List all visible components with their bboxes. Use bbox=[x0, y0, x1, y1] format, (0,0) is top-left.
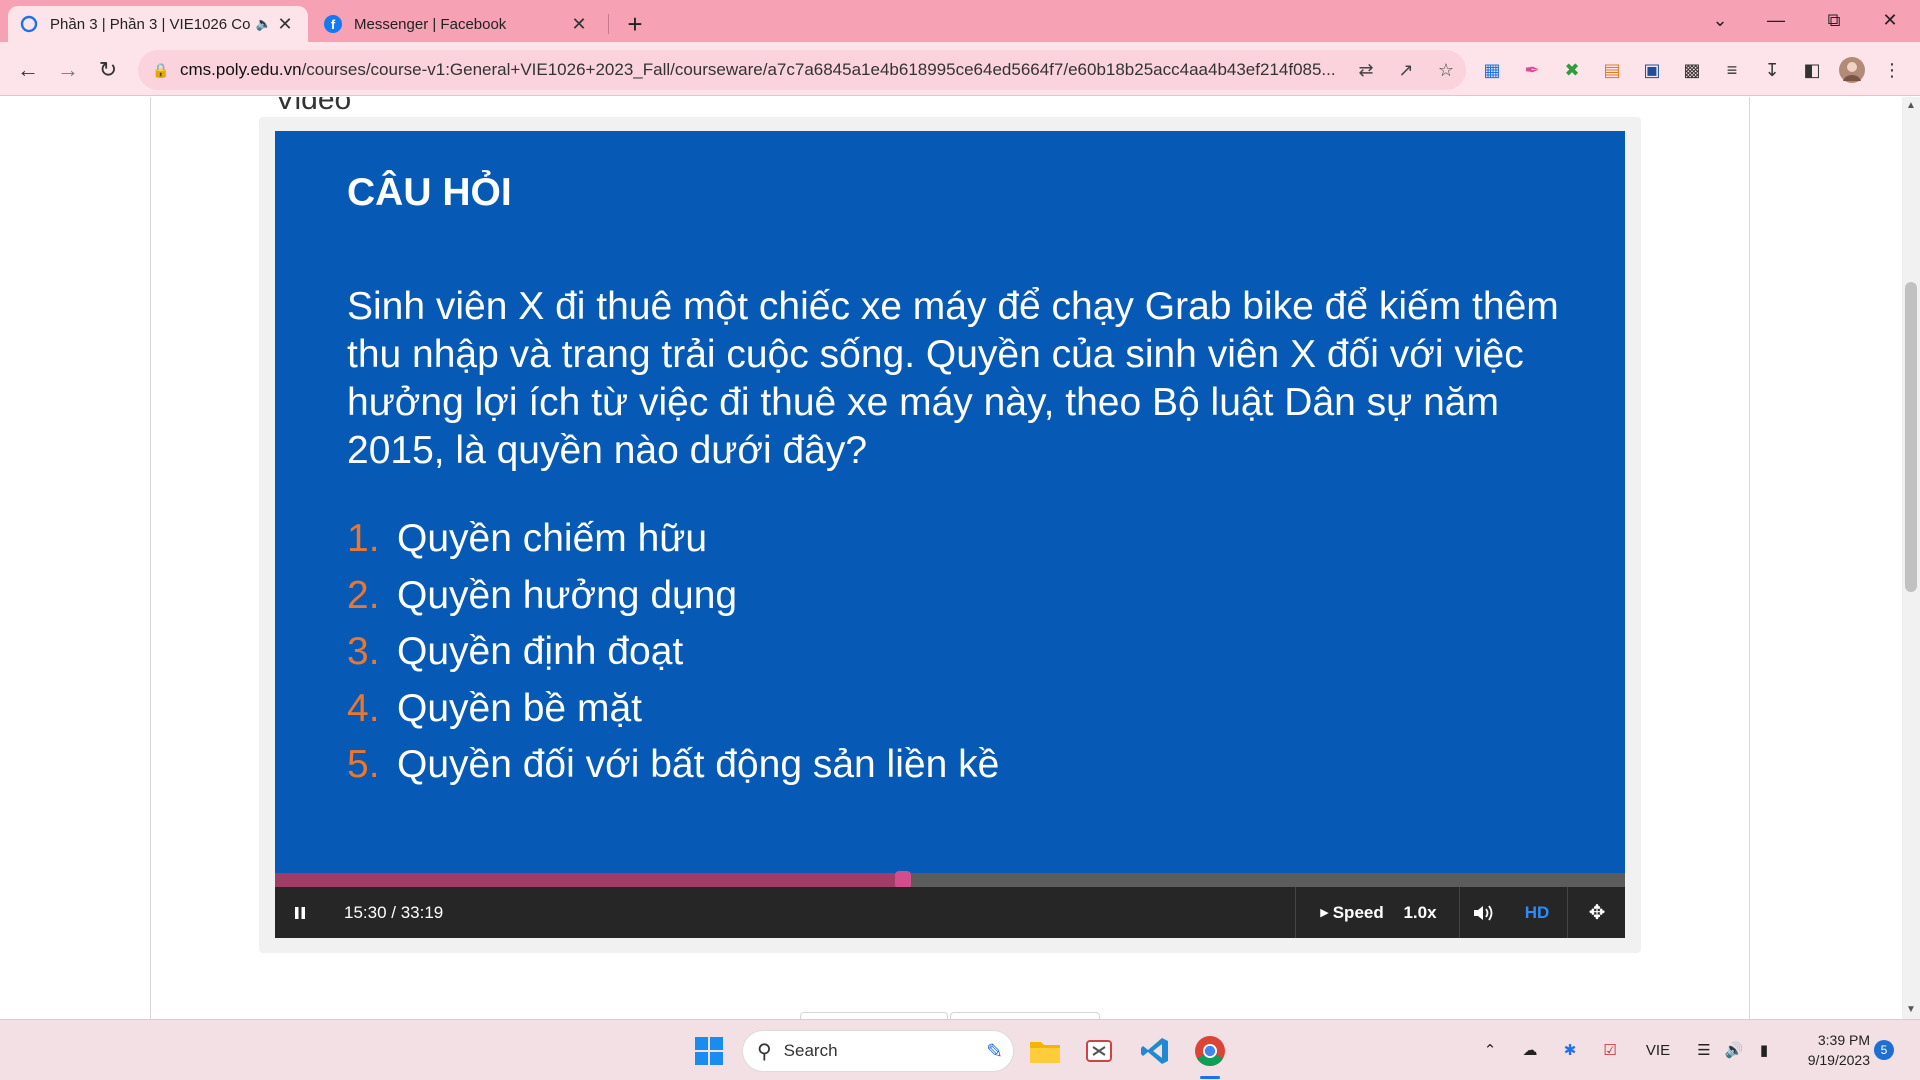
file-explorer-icon[interactable] bbox=[1026, 1032, 1064, 1070]
loading-icon bbox=[20, 15, 38, 33]
slide-question: Sinh viên X đi thuê một chiếc xe máy để … bbox=[347, 285, 1559, 472]
fullscreen-icon: ✥ bbox=[1588, 902, 1606, 924]
restore-button[interactable]: ⧉ bbox=[1806, 0, 1862, 40]
scroll-down-arrow-icon[interactable]: ▼ bbox=[1902, 1001, 1920, 1019]
scroll-thumb[interactable] bbox=[1905, 282, 1917, 592]
tab-search-icon[interactable]: ⌄ bbox=[1692, 0, 1748, 40]
notification-badge[interactable]: 5 bbox=[1874, 1040, 1894, 1060]
slide-option: 4. Quyền bề mặt bbox=[347, 686, 642, 730]
tab-divider bbox=[608, 14, 609, 34]
language-indicator[interactable]: VIE bbox=[1640, 1038, 1676, 1062]
taskbar-clock[interactable]: 3:39 PM 9/19/2023 bbox=[1780, 1030, 1870, 1070]
scroll-up-arrow-icon[interactable]: ▲ bbox=[1902, 97, 1920, 115]
windows-start-icon[interactable] bbox=[690, 1032, 728, 1070]
windows-taskbar: ⚲ Search ✎ ⌃ ☁ ✱ ☑ VIE ☰ 🔊 ▮ 3:39 PM 9/1… bbox=[0, 1019, 1920, 1080]
speed-value[interactable]: 1.0x bbox=[1395, 887, 1445, 938]
antivirus-icon[interactable]: ☑ bbox=[1596, 1038, 1624, 1062]
video-screen[interactable]: CÂU HỎI Sinh viên X đi thuê một chiếc xe… bbox=[275, 131, 1625, 873]
slide-option: 2. Quyền hưởng dụng bbox=[347, 573, 738, 617]
control-divider bbox=[1567, 887, 1568, 938]
profile-avatar[interactable] bbox=[1838, 56, 1866, 84]
speed-button[interactable]: ▶ Speed bbox=[1297, 887, 1407, 938]
media-queue-icon[interactable]: ≡ bbox=[1718, 56, 1746, 84]
control-divider bbox=[1459, 887, 1460, 938]
browser-toolbar: ← → ↻ 🔒 cms.poly.edu.vn/courses/course-v… bbox=[0, 42, 1920, 96]
onedrive-icon[interactable]: ☁ bbox=[1516, 1038, 1544, 1062]
jira-extension-icon[interactable]: ▣ bbox=[1638, 56, 1666, 84]
share-icon[interactable]: ↗ bbox=[1386, 50, 1426, 90]
download-icon[interactable]: ↧ bbox=[1758, 56, 1786, 84]
speaker-icon[interactable]: 🔈 bbox=[254, 16, 274, 32]
note-extension-icon[interactable]: ▤ bbox=[1598, 56, 1626, 84]
svg-text:f: f bbox=[331, 17, 336, 32]
progress-played bbox=[275, 873, 903, 887]
extensions-puzzle-icon[interactable]: ▩ bbox=[1678, 56, 1706, 84]
active-app-indicator bbox=[1200, 1076, 1220, 1079]
facebook-icon: f bbox=[324, 15, 342, 33]
reload-button[interactable]: ↻ bbox=[92, 54, 124, 86]
new-tab-button[interactable]: + bbox=[618, 8, 652, 42]
tab-messenger[interactable]: f Messenger | Facebook ✕ bbox=[312, 6, 602, 42]
slide-options: 1. Quyền chiếm hữu 2. Quyền hưởng dụng 3. Q… bbox=[347, 511, 999, 794]
tools-extension-icon[interactable]: ✖ bbox=[1558, 56, 1586, 84]
search-highlight-icon: ✎ bbox=[986, 1040, 1003, 1063]
taskbar-search[interactable]: ⚲ Search ✎ bbox=[742, 1030, 1014, 1072]
google-translate-extension-icon[interactable]: ▦ bbox=[1478, 56, 1506, 84]
show-hidden-icons-icon[interactable]: ⌃ bbox=[1476, 1038, 1504, 1062]
hd-button[interactable]: HD bbox=[1511, 887, 1563, 938]
battery-icon[interactable]: ▮ bbox=[1750, 1038, 1778, 1062]
volume-icon bbox=[1474, 904, 1493, 921]
search-icon: ⚲ bbox=[757, 1040, 772, 1063]
sequence-tab[interactable] bbox=[950, 1012, 1100, 1019]
back-button[interactable]: ← bbox=[12, 54, 44, 86]
color-picker-extension-icon[interactable]: ✒ bbox=[1518, 56, 1546, 84]
tab-strip: Phần 3 | Phần 3 | VIE1026 Co 🔈 ✕ f Messe… bbox=[0, 0, 1920, 42]
chrome-icon[interactable] bbox=[1191, 1032, 1229, 1070]
bookmark-star-icon[interactable]: ☆ bbox=[1426, 50, 1466, 90]
more-menu-icon[interactable]: ⋮ bbox=[1878, 56, 1906, 84]
pause-icon bbox=[295, 906, 305, 919]
vscode-icon[interactable] bbox=[1136, 1032, 1174, 1070]
translate-icon[interactable]: ⇄ bbox=[1346, 50, 1386, 90]
tab-course[interactable]: Phần 3 | Phần 3 | VIE1026 Co 🔈 ✕ bbox=[8, 6, 308, 42]
slide-option: 3. Quyền định đoạt bbox=[347, 630, 684, 674]
close-window-button[interactable]: ✕ bbox=[1862, 0, 1918, 40]
tab-title: Phần 3 | Phần 3 | VIE1026 Co bbox=[50, 15, 251, 33]
tab-title: Messenger | Facebook bbox=[354, 15, 507, 33]
volume-tray-icon[interactable]: 🔊 bbox=[1720, 1038, 1748, 1062]
page-viewport: Video CÂU HỎI Sinh viên X đi thuê một ch… bbox=[0, 97, 1920, 1019]
fullscreen-button[interactable]: ✥ bbox=[1569, 887, 1625, 938]
minimize-button[interactable]: — bbox=[1748, 0, 1804, 40]
slide-option: 1. Quyền chiếm hữu bbox=[347, 517, 708, 561]
address-bar[interactable]: 🔒 cms.poly.edu.vn/courses/course-v1:Gene… bbox=[138, 50, 1466, 90]
caret-right-icon: ▶ bbox=[1320, 907, 1329, 919]
slide-option: 5. Quyền đối với bất động sản liền kề bbox=[347, 743, 1000, 787]
time-display: 15:30 / 33:19 bbox=[344, 902, 444, 922]
url-text[interactable]: cms.poly.edu.vn/courses/course-v1:Genera… bbox=[180, 60, 1346, 80]
bluetooth-icon[interactable]: ✱ bbox=[1556, 1038, 1584, 1062]
close-tab-icon[interactable]: ✕ bbox=[568, 14, 590, 35]
close-tab-icon[interactable]: ✕ bbox=[274, 14, 296, 35]
forward-button[interactable]: → bbox=[52, 54, 84, 86]
pause-button[interactable] bbox=[289, 887, 311, 938]
lock-icon[interactable]: 🔒 bbox=[152, 62, 170, 79]
section-title: Video bbox=[275, 97, 352, 116]
page-scrollbar[interactable]: ▲ ▼ bbox=[1902, 97, 1920, 1019]
wifi-icon[interactable]: ☰ bbox=[1690, 1038, 1718, 1062]
video-progress-bar[interactable] bbox=[275, 871, 1625, 889]
sequence-tab[interactable] bbox=[800, 1012, 948, 1019]
side-panel-icon[interactable]: ◧ bbox=[1798, 56, 1826, 84]
slide-title: CÂU HỎI bbox=[347, 171, 512, 214]
snipping-tool-icon[interactable] bbox=[1080, 1032, 1118, 1070]
control-divider bbox=[1295, 887, 1296, 938]
volume-button[interactable] bbox=[1461, 887, 1507, 938]
video-controls: 15:30 / 33:19 ▶ Speed 1.0x HD ✥ bbox=[275, 887, 1625, 938]
